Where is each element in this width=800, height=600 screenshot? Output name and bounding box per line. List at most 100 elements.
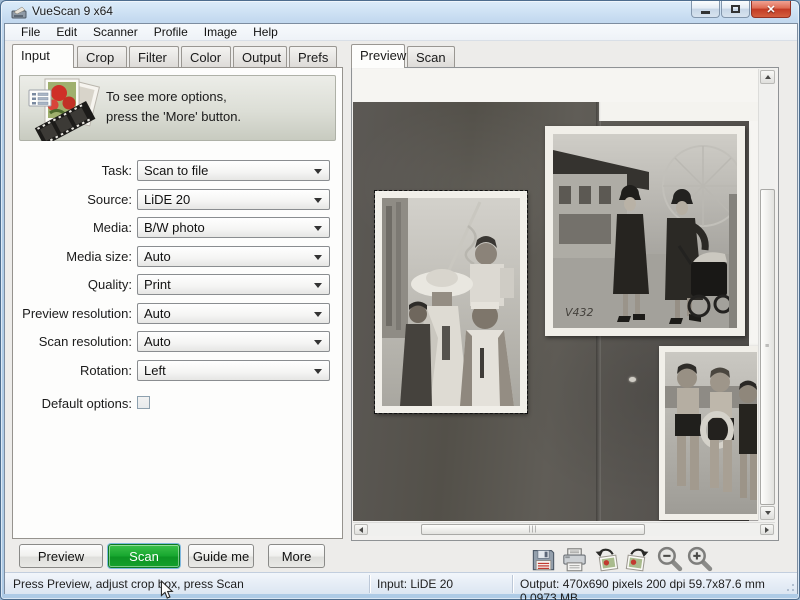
app-icon — [11, 5, 27, 19]
rotate-right-icon — [624, 546, 651, 573]
photo-boys — [659, 346, 758, 520]
crop-box[interactable] — [375, 191, 527, 413]
row-default-options: Default options: — [13, 393, 342, 414]
row-preview-resolution: Preview resolution: Auto — [13, 303, 342, 324]
scroll-left-button[interactable] — [354, 524, 368, 535]
status-separator — [512, 575, 513, 593]
chevron-down-icon — [314, 255, 322, 260]
media-size-select[interactable]: Auto — [137, 246, 330, 267]
input-panel: To see more options, press the 'More' bu… — [12, 67, 343, 539]
close-icon: ✕ — [766, 3, 775, 16]
row-media: Media: B/W photo — [13, 217, 342, 238]
save-icon — [530, 546, 557, 573]
preview-resolution-select[interactable]: Auto — [137, 303, 330, 324]
page-speck — [629, 377, 636, 382]
status-output: Output: 470x690 pixels 200 dpi 59.7x87.6… — [520, 577, 797, 600]
window-controls: ✕ — [690, 1, 791, 18]
row-source: Source: LiDE 20 — [13, 189, 342, 210]
status-separator — [369, 575, 370, 593]
scan-resolution-label: Scan resolution: — [13, 331, 132, 352]
media-size-label: Media size: — [13, 246, 132, 267]
resize-grip[interactable] — [783, 580, 795, 592]
zoom-out-icon — [656, 546, 683, 573]
print-icon — [561, 546, 588, 573]
client-area: File Edit Scanner Profile Image Help Inp… — [4, 23, 798, 594]
preview-horizontal-scrollbar[interactable]: ||| — [353, 522, 775, 536]
row-quality: Quality: Print — [13, 274, 342, 295]
menu-file[interactable]: File — [13, 24, 48, 41]
tab-input[interactable]: Input — [12, 44, 74, 68]
info-box: To see more options, press the 'More' bu… — [19, 75, 336, 141]
photo-group-portrait — [382, 198, 520, 406]
save-button[interactable] — [530, 546, 557, 573]
tab-crop[interactable]: Crop — [77, 46, 127, 67]
preview-resolution-label: Preview resolution: — [13, 303, 132, 324]
scroll-right-button[interactable] — [760, 524, 774, 535]
chevron-down-icon — [314, 198, 322, 203]
tab-scan[interactable]: Scan — [407, 46, 455, 67]
preview-canvas[interactable]: V432 — [353, 69, 758, 521]
photo-marking: V432 — [565, 306, 594, 319]
scroll-down-button[interactable] — [760, 506, 775, 520]
media-select[interactable]: B/W photo — [137, 217, 330, 238]
tab-prefs[interactable]: Prefs — [289, 46, 337, 67]
tab-color[interactable]: Color — [181, 46, 231, 67]
task-label: Task: — [13, 160, 132, 181]
menu-image[interactable]: Image — [196, 24, 245, 41]
media-label: Media: — [13, 217, 132, 238]
scan-button[interactable]: Scan — [108, 544, 180, 568]
print-button[interactable] — [561, 546, 588, 573]
row-media-size: Media size: Auto — [13, 246, 342, 267]
menu-edit[interactable]: Edit — [48, 24, 85, 41]
quality-select[interactable]: Print — [137, 274, 330, 295]
tab-filter[interactable]: Filter — [129, 46, 179, 67]
zoom-in-button[interactable] — [686, 546, 713, 573]
vertical-scroll-thumb[interactable]: ≡ — [760, 189, 775, 505]
source-label: Source: — [13, 189, 132, 210]
source-select[interactable]: LiDE 20 — [137, 189, 330, 210]
rotate-left-button[interactable] — [593, 546, 620, 573]
menu-help[interactable]: Help — [245, 24, 286, 41]
default-options-label: Default options: — [13, 393, 132, 414]
preview-button[interactable]: Preview — [19, 544, 103, 568]
rotation-select[interactable]: Left — [137, 360, 330, 381]
task-select[interactable]: Scan to file — [137, 160, 330, 181]
guide-me-button[interactable]: Guide me — [188, 544, 254, 568]
vuescan-window: VueScan 9 x64 ✕ File Edit Scanner Profil… — [0, 0, 800, 600]
zoom-out-button[interactable] — [656, 546, 683, 573]
chevron-down-icon — [314, 169, 322, 174]
preview-vertical-scrollbar[interactable]: ≡ — [758, 69, 775, 521]
tab-output[interactable]: Output — [233, 46, 287, 67]
scroll-up-button[interactable] — [760, 70, 775, 84]
arrow-left-icon — [359, 527, 363, 533]
default-options-checkbox[interactable] — [137, 396, 150, 409]
rotate-right-button[interactable] — [624, 546, 651, 573]
tab-preview[interactable]: Preview — [351, 44, 405, 68]
horizontal-scroll-thumb[interactable]: ||| — [421, 524, 645, 535]
chevron-down-icon — [314, 340, 322, 345]
chevron-down-icon — [314, 226, 322, 231]
minimize-button[interactable] — [691, 1, 720, 18]
mouse-cursor-icon — [160, 580, 174, 600]
scan-resolution-select[interactable]: Auto — [137, 331, 330, 352]
close-button[interactable]: ✕ — [751, 1, 791, 18]
photo-two-women: V432 — [545, 126, 745, 336]
row-task: Task: Scan to file — [13, 160, 342, 181]
title-bar[interactable]: VueScan 9 x64 ✕ — [1, 1, 799, 23]
info-text: To see more options, press the 'More' bu… — [106, 87, 241, 127]
grip-icon: ≡ — [765, 344, 770, 350]
preview-panel: V432 — [351, 67, 779, 541]
maximize-button[interactable] — [721, 1, 750, 18]
info-line2: press the 'More' button. — [106, 107, 241, 127]
info-line1: To see more options, — [106, 87, 241, 107]
menu-profile[interactable]: Profile — [146, 24, 196, 41]
chevron-down-icon — [314, 369, 322, 374]
vuescan-logo-icon — [28, 77, 102, 141]
more-button[interactable]: More — [268, 544, 325, 568]
window-title: VueScan 9 x64 — [32, 4, 113, 18]
row-rotation: Rotation: Left — [13, 360, 342, 381]
chevron-down-icon — [314, 283, 322, 288]
menu-scanner[interactable]: Scanner — [85, 24, 146, 41]
chevron-down-icon — [314, 312, 322, 317]
minimize-icon — [701, 11, 710, 14]
